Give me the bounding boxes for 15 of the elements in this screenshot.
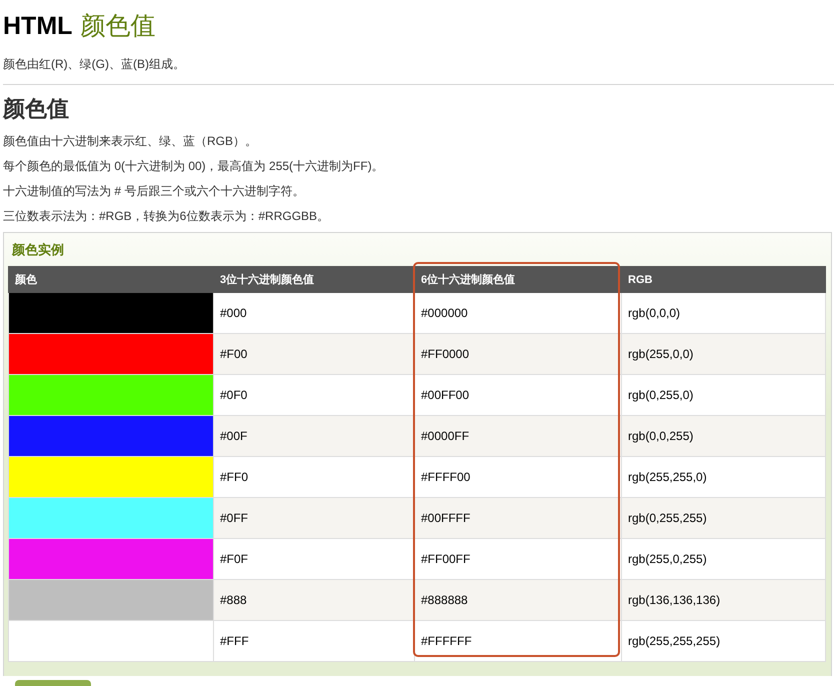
column-header: 颜色	[8, 266, 214, 292]
paragraph: 每个颜色的最低值为 0(十六进制为 00)，最高值为 255(十六进制为FF)。	[3, 158, 385, 174]
page-title-accent: 颜色值	[80, 12, 156, 40]
table-cell: #FFFFFF	[414, 620, 622, 662]
paragraph: 十六进制值的写法为 # 号后跟三个或六个十六进制字符。	[3, 183, 306, 199]
column-header: 3位十六进制颜色值	[214, 266, 414, 292]
intro-text: 颜色由红(R)、绿(G)、蓝(B)组成。	[3, 56, 186, 72]
column-header: RGB	[622, 266, 826, 292]
section-heading: 颜色值	[3, 95, 70, 123]
paragraph: 颜色值由十六进制来表示红、绿、蓝（RGB）。	[3, 133, 258, 149]
example-title: 颜色实例	[10, 241, 65, 257]
page-title: HTML	[3, 12, 72, 40]
paragraph: 三位数表示法为：#RGB，转换为6位数表示为：#RRGGBB。	[3, 208, 330, 224]
table-cell: rgb(255,255,255)	[622, 620, 826, 662]
column-header: 6位十六进制颜色值	[414, 266, 622, 292]
